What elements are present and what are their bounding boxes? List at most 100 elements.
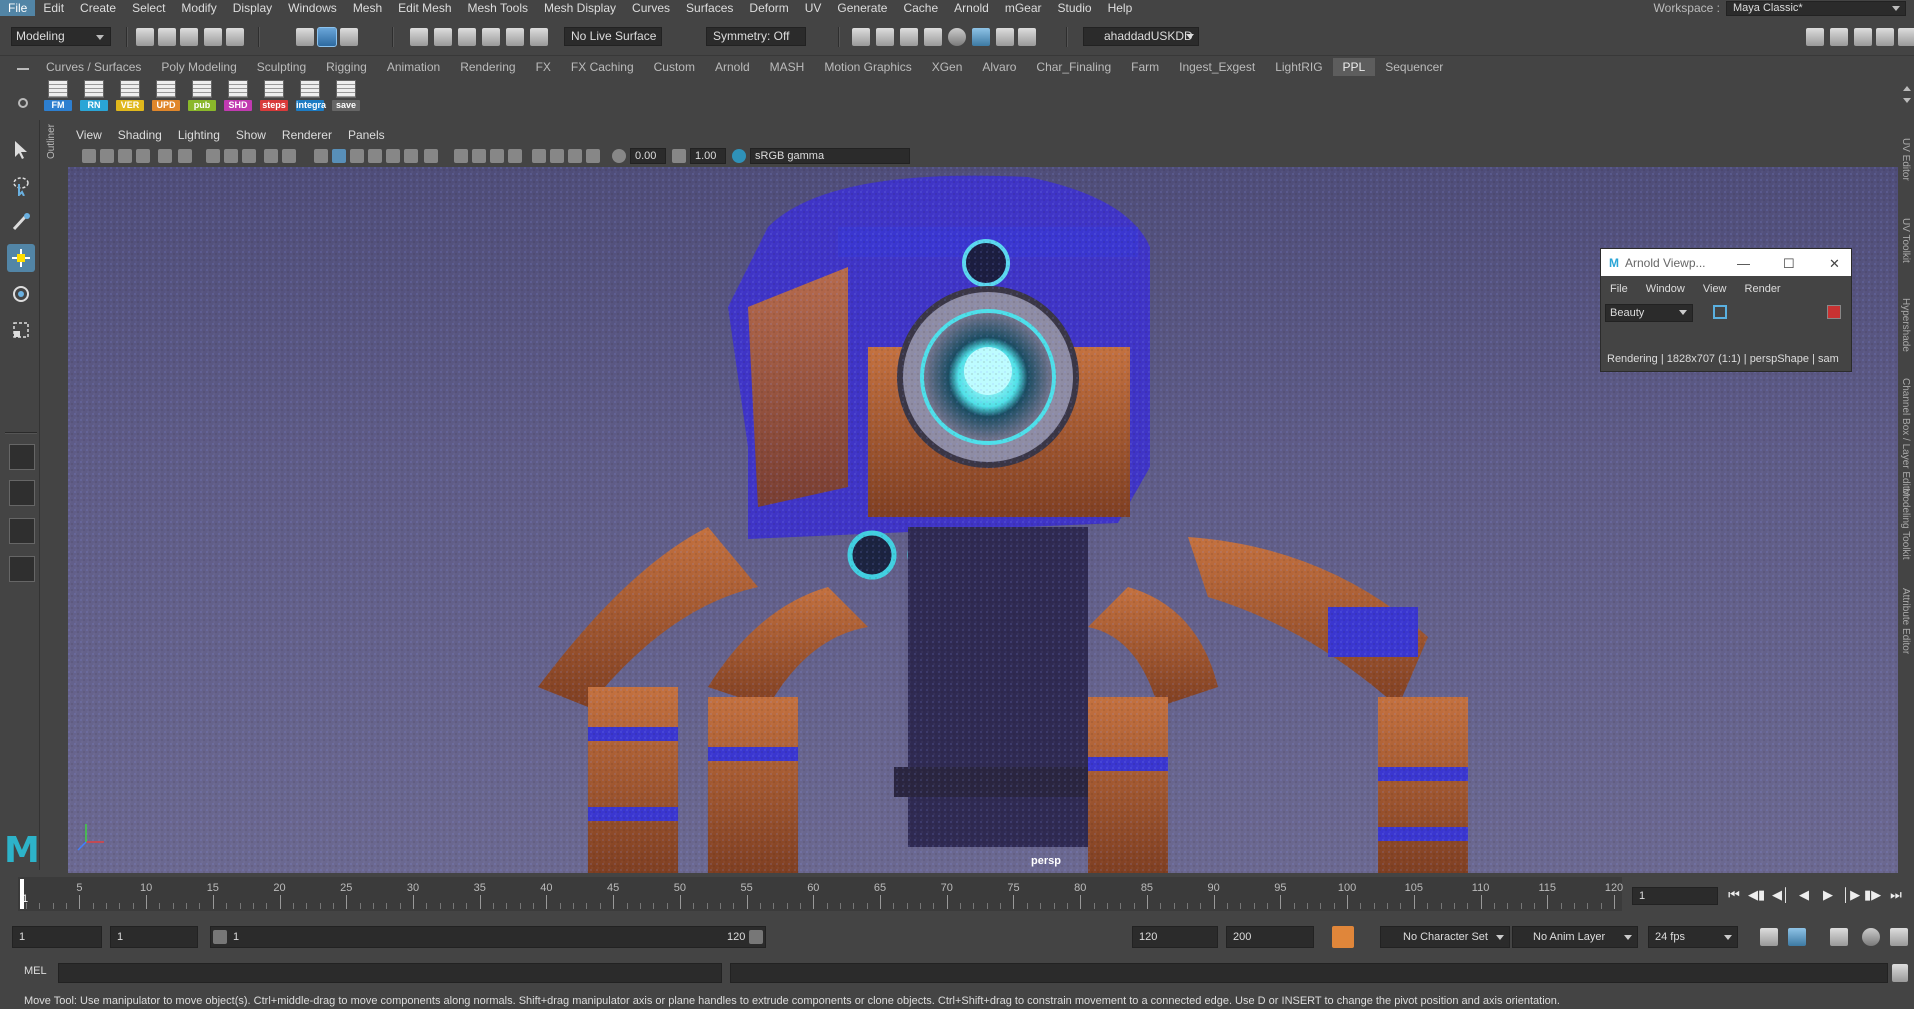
character-controls-icon[interactable] (1830, 28, 1848, 46)
anti-aliasing-icon[interactable] (490, 149, 504, 163)
user-account-dropdown[interactable]: ahaddadUSKDD (1083, 27, 1199, 46)
new-scene-icon[interactable] (136, 28, 154, 46)
view-transform-dropdown[interactable]: sRGB gamma (750, 148, 910, 164)
animation-end-field[interactable]: 200 (1226, 926, 1314, 948)
shelf-button-fm[interactable]: FM (42, 78, 74, 112)
shelf-tab-motion-graphics[interactable]: Motion Graphics (814, 58, 921, 76)
arnold-render-icon[interactable] (972, 28, 990, 46)
shelf-tab-poly-modeling[interactable]: Poly Modeling (151, 58, 246, 76)
shelf-button-upd[interactable]: UPD (150, 78, 182, 112)
playback-start-field[interactable]: 1 (110, 926, 198, 948)
lasso-tool-icon[interactable] (7, 172, 35, 200)
menu-surfaces[interactable]: Surfaces (678, 0, 741, 16)
command-input[interactable] (58, 963, 722, 983)
step-back-frame-icon[interactable]: ◀│ (1772, 887, 1790, 903)
single-perspective-layout-icon[interactable] (9, 444, 35, 470)
menu-windows[interactable]: Windows (280, 0, 345, 16)
shelf-tab-sculpting[interactable]: Sculpting (247, 58, 316, 76)
shelf-tab-ingest-exgest[interactable]: Ingest_Exgest (1169, 58, 1265, 76)
panel-menu-renderer[interactable]: Renderer (274, 128, 340, 144)
arnold-ipr-icon[interactable] (996, 28, 1014, 46)
select-hierarchy-icon[interactable] (296, 28, 314, 46)
snap-curve-icon[interactable] (434, 28, 452, 46)
grease-pencil-icon[interactable] (178, 149, 192, 163)
arnold-titlebar[interactable]: M Arnold Viewp... (1601, 249, 1851, 276)
panel-menu-show[interactable]: Show (228, 128, 274, 144)
snap-view-icon[interactable] (482, 28, 500, 46)
shelf-button-ver[interactable]: VER (114, 78, 146, 112)
script-editor-icon[interactable] (1892, 964, 1908, 982)
menu-modify[interactable]: Modify (173, 0, 224, 16)
shelf-tab-fx-caching[interactable]: FX Caching (561, 58, 644, 76)
character-controls-icon[interactable] (1890, 928, 1908, 946)
menu-studio[interactable]: Studio (1050, 0, 1100, 16)
character-set-dropdown[interactable]: No Character Set (1380, 926, 1510, 948)
step-back-key-icon[interactable]: ◀▮ (1748, 887, 1765, 903)
shelf-tab-mash[interactable]: MASH (760, 58, 815, 76)
safe-action-icon[interactable] (264, 149, 278, 163)
step-forward-frame-icon[interactable]: │▶ (1842, 887, 1860, 903)
shelf-scroll-up-icon[interactable] (1903, 82, 1911, 91)
menu-edit-mesh[interactable]: Edit Mesh (390, 0, 459, 16)
panel-menu-shading[interactable]: Shading (110, 128, 170, 144)
menu-mesh[interactable]: Mesh (345, 0, 390, 16)
scale-tool-icon[interactable] (7, 316, 35, 344)
film-gate-icon[interactable] (224, 149, 238, 163)
shelf-tab-animation[interactable]: Animation (377, 58, 450, 76)
render-settings-icon[interactable] (924, 28, 942, 46)
right-tab-hypershade[interactable]: Hypershade (1900, 298, 1911, 352)
resolution-gate-icon[interactable] (242, 149, 256, 163)
snap-surface-icon[interactable] (506, 28, 524, 46)
time-slider-track[interactable]: 1 5 10 15 20 25 30 35 40 45 50 55 60 65 70 75 80 85 90 95 1… (18, 877, 1623, 911)
menu-set-dropdown[interactable]: Modeling (11, 27, 111, 46)
attribute-editor-icon[interactable] (1854, 28, 1872, 46)
play-backwards-icon[interactable]: ◀ (1796, 887, 1812, 903)
motion-blur-icon[interactable] (472, 149, 486, 163)
arnold-menu-render[interactable]: Render (1736, 283, 1790, 295)
paint-select-tool-icon[interactable] (7, 208, 35, 236)
range-slider-bar[interactable]: 1 120 (210, 926, 766, 948)
shelf-button-shd[interactable]: SHD (222, 78, 254, 112)
menu-help[interactable]: Help (1100, 0, 1141, 16)
arnold-menu-window[interactable]: Window (1637, 283, 1694, 295)
menu-mesh-tools[interactable]: Mesh Tools (460, 0, 536, 16)
menu-cache[interactable]: Cache (895, 0, 946, 16)
snap-grid-icon[interactable] (410, 28, 428, 46)
menu-arnold[interactable]: Arnold (946, 0, 997, 16)
tool-settings-icon[interactable] (1876, 28, 1894, 46)
right-tab-uv-editor[interactable]: UV Editor (1900, 138, 1911, 181)
shelf-tab-lightrig[interactable]: LightRIG (1265, 58, 1332, 76)
shelf-button-pub[interactable]: pub (186, 78, 218, 112)
undo-icon[interactable] (204, 28, 222, 46)
symmetry-field[interactable]: Symmetry: Off (706, 27, 806, 46)
current-frame-field[interactable]: 1 (1632, 887, 1718, 905)
shelf-button-steps[interactable]: steps (258, 78, 290, 112)
use-default-material-icon[interactable] (368, 149, 382, 163)
shelf-tab-curves-surfaces[interactable]: Curves / Surfaces (36, 58, 151, 76)
anim-layer-dropdown[interactable]: No Anim Layer (1512, 926, 1638, 948)
shelf-tab-xgen[interactable]: XGen (922, 58, 973, 76)
snap-point-icon[interactable] (458, 28, 476, 46)
render-frame-icon[interactable] (876, 28, 894, 46)
select-tool-icon[interactable] (7, 136, 35, 164)
shelf-tab-rendering[interactable]: Rendering (450, 58, 525, 76)
shelf-tab-sequencer[interactable]: Sequencer (1375, 58, 1453, 76)
go-to-end-icon[interactable]: ⏭ (1888, 887, 1904, 903)
two-d-pan-zoom-icon[interactable] (158, 149, 172, 163)
menu-deform[interactable]: Deform (741, 0, 796, 16)
panel-menu-view[interactable]: View (68, 128, 110, 144)
menu-file[interactable]: File (0, 0, 36, 16)
shadows-icon[interactable] (424, 149, 438, 163)
right-tab-attribute-editor[interactable]: Attribute Editor (1900, 588, 1911, 654)
shelf-tab-ppl[interactable]: PPL (1332, 58, 1376, 76)
select-camera-icon[interactable] (82, 149, 96, 163)
shelf-button-rn[interactable]: RN (78, 78, 110, 112)
gamma-icon[interactable] (672, 149, 686, 163)
shelf-scroll-down-icon[interactable] (1903, 98, 1911, 107)
sound-icon[interactable] (1830, 928, 1848, 946)
aov-dropdown[interactable]: Beauty (1605, 304, 1693, 322)
hypershade-icon[interactable] (948, 28, 966, 46)
arnold-render-view-window[interactable]: M Arnold Viewp... — ☐ ✕ File Window View Re… (1600, 248, 1852, 372)
redo-icon[interactable] (226, 28, 244, 46)
gamma-field[interactable]: 1.00 (690, 148, 726, 164)
